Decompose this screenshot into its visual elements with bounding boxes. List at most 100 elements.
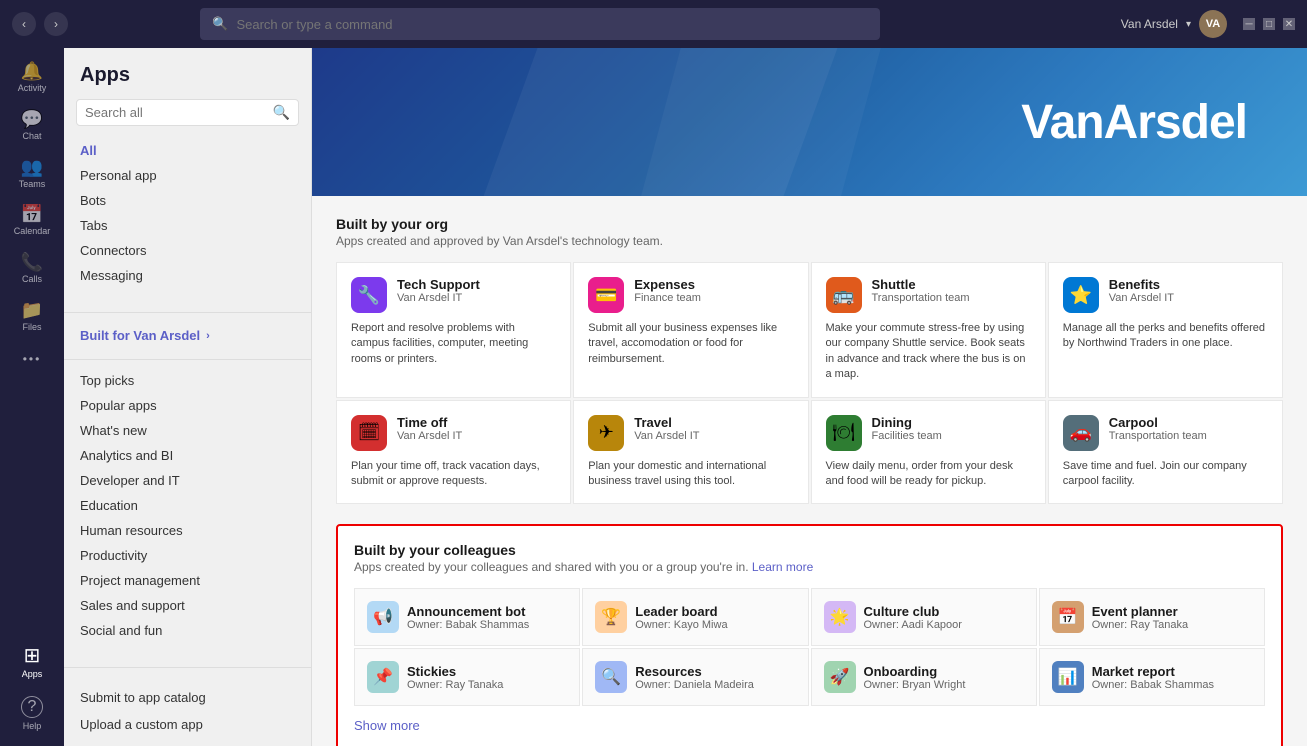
app-card-tech-support[interactable]: 🔧 Tech Support Van Arsdel IT Report and …: [336, 262, 571, 398]
nav-personal-app[interactable]: Personal app: [64, 163, 311, 188]
nav-messaging[interactable]: Messaging: [64, 263, 311, 288]
search-icon: 🔍: [273, 104, 290, 121]
learn-more-link[interactable]: Learn more: [752, 560, 813, 574]
colleague-name: Market report: [1092, 664, 1214, 679]
leader-board-icon: 🏆: [595, 601, 627, 633]
built-by-org-subtitle: Apps created and approved by Van Arsdel'…: [336, 234, 1283, 248]
expenses-icon: 💳: [588, 277, 624, 313]
nav-hr[interactable]: Human resources: [64, 518, 311, 543]
title-bar: ‹ › 🔍 Van Arsdel ▾ VA ─ □ ✕: [0, 0, 1307, 48]
nav-project[interactable]: Project management: [64, 568, 311, 593]
divider2: [64, 359, 311, 360]
built-for-label: Built for Van Arsdel: [80, 328, 200, 343]
culture-club-icon: 🌟: [824, 601, 856, 633]
app-card-dining[interactable]: 🍽 Dining Facilities team View daily menu…: [811, 400, 1046, 505]
nav-education[interactable]: Education: [64, 493, 311, 518]
command-search-input[interactable]: [236, 17, 868, 32]
hero-logo-text: Van: [1021, 96, 1103, 149]
colleague-card-announcement[interactable]: 📢 Announcement bot Owner: Babak Shammas: [354, 588, 580, 646]
show-more-link[interactable]: Show more: [354, 718, 420, 733]
app-card-travel[interactable]: ✈ Travel Van Arsdel IT Plan your domesti…: [573, 400, 808, 505]
sidebar-item-teams[interactable]: 👥 Teams: [6, 152, 58, 196]
nav-social[interactable]: Social and fun: [64, 618, 311, 643]
minimize-button[interactable]: ─: [1243, 18, 1255, 30]
app-card-expenses[interactable]: 💳 Expenses Finance team Submit all your …: [573, 262, 808, 398]
colleague-name: Event planner: [1092, 604, 1188, 619]
app-team: Facilities team: [872, 430, 942, 442]
nav-tabs[interactable]: Tabs: [64, 213, 311, 238]
app-desc: Save time and fuel. Join our company car…: [1063, 459, 1268, 490]
content-area: Built by your org Apps created and appro…: [312, 196, 1307, 746]
built-for-section[interactable]: Built for Van Arsdel ›: [64, 320, 311, 351]
colleague-card-resources[interactable]: 🔍 Resources Owner: Daniela Madeira: [582, 648, 808, 706]
chevron-right-icon: ›: [206, 330, 210, 342]
nav-developer[interactable]: Developer and IT: [64, 468, 311, 493]
upload-custom-link[interactable]: Upload a custom app: [64, 711, 311, 738]
nav-sales[interactable]: Sales and support: [64, 593, 311, 618]
colleague-card-onboarding[interactable]: 🚀 Onboarding Owner: Bryan Wright: [811, 648, 1037, 706]
colleagues-title: Built by your colleagues: [354, 542, 1265, 558]
command-search-bar[interactable]: 🔍: [200, 8, 880, 40]
app-name: Tech Support: [397, 277, 480, 292]
colleague-card-event[interactable]: 📅 Event planner Owner: Ray Tanaka: [1039, 588, 1265, 646]
apps-icon: ⊞: [24, 646, 41, 666]
back-button[interactable]: ‹: [12, 12, 36, 36]
hero-banner: VanArsdel: [312, 48, 1307, 196]
app-team: Van Arsdel IT: [1109, 292, 1174, 304]
bottom-links: Submit to app catalog Upload a custom ap…: [64, 676, 311, 738]
chat-icon: 💬: [21, 110, 43, 128]
app-card-shuttle[interactable]: 🚌 Shuttle Transportation team Make your …: [811, 262, 1046, 398]
panel-title: Apps: [64, 64, 311, 99]
sidebar-item-calendar[interactable]: 📅 Calendar: [6, 199, 58, 243]
apps-search-input[interactable]: [85, 105, 273, 120]
sidebar-item-more[interactable]: •••: [6, 347, 58, 371]
avatar[interactable]: VA: [1199, 10, 1227, 38]
calendar-icon: 📅: [21, 205, 43, 223]
app-name: Dining: [872, 415, 942, 430]
forward-button[interactable]: ›: [44, 12, 68, 36]
nav-top-picks[interactable]: Top picks: [64, 368, 311, 393]
help-icon: ?: [21, 696, 43, 718]
colleague-owner: Owner: Ray Tanaka: [407, 679, 503, 691]
maximize-button[interactable]: □: [1263, 18, 1275, 30]
colleague-card-leaderboard[interactable]: 🏆 Leader board Owner: Kayo Miwa: [582, 588, 808, 646]
teams-icon: 👥: [21, 158, 43, 176]
apps-search-box[interactable]: 🔍: [76, 99, 299, 126]
left-panel: Apps 🔍 All Personal app Bots Tabs Connec…: [64, 48, 312, 746]
colleagues-grid: 📢 Announcement bot Owner: Babak Shammas …: [354, 588, 1265, 706]
nav-all[interactable]: All: [64, 138, 311, 163]
icon-sidebar: 🔔 Activity 💬 Chat 👥 Teams 📅 Calendar 📞 C…: [0, 48, 64, 746]
sidebar-item-chat[interactable]: 💬 Chat: [6, 104, 58, 148]
nav-whats-new[interactable]: What's new: [64, 418, 311, 443]
app-card-time-off[interactable]: 🗓 Time off Van Arsdel IT Plan your time …: [336, 400, 571, 505]
app-desc: Plan your domestic and international bus…: [588, 459, 793, 490]
app-name: Shuttle: [872, 277, 970, 292]
colleague-owner: Owner: Babak Shammas: [407, 619, 529, 631]
app-desc: Make your commute stress-free by using o…: [826, 321, 1031, 383]
colleague-card-market-report[interactable]: 📊 Market report Owner: Babak Shammas: [1039, 648, 1265, 706]
search-icon: 🔍: [212, 16, 228, 32]
colleague-owner: Owner: Kayo Miwa: [635, 619, 727, 631]
app-team: Van Arsdel IT: [397, 430, 462, 442]
colleague-card-culture[interactable]: 🌟 Culture club Owner: Aadi Kapoor: [811, 588, 1037, 646]
sidebar-item-calls[interactable]: 📞 Calls: [6, 247, 58, 291]
nav-connectors[interactable]: Connectors: [64, 238, 311, 263]
submit-catalog-link[interactable]: Submit to app catalog: [64, 684, 311, 711]
app-card-carpool[interactable]: 🚗 Carpool Transportation team Save time …: [1048, 400, 1283, 505]
sidebar-item-help[interactable]: ? Help: [6, 690, 58, 738]
nav-analytics[interactable]: Analytics and BI: [64, 443, 311, 468]
nav-productivity[interactable]: Productivity: [64, 543, 311, 568]
colleague-name: Stickies: [407, 664, 503, 679]
files-icon: 📁: [21, 301, 43, 319]
app-card-benefits[interactable]: ⭐ Benefits Van Arsdel IT Manage all the …: [1048, 262, 1283, 398]
nav-popular[interactable]: Popular apps: [64, 393, 311, 418]
colleague-card-stickies[interactable]: 📌 Stickies Owner: Ray Tanaka: [354, 648, 580, 706]
sidebar-item-apps[interactable]: ⊞ Apps: [6, 640, 58, 686]
sidebar-item-activity[interactable]: 🔔 Activity: [6, 56, 58, 100]
app-team: Van Arsdel IT: [397, 292, 480, 304]
nav-bots[interactable]: Bots: [64, 188, 311, 213]
close-button[interactable]: ✕: [1283, 18, 1295, 30]
divider3: [64, 667, 311, 668]
app-desc: Submit all your business expenses like t…: [588, 321, 793, 367]
sidebar-item-files[interactable]: 📁 Files: [6, 295, 58, 339]
